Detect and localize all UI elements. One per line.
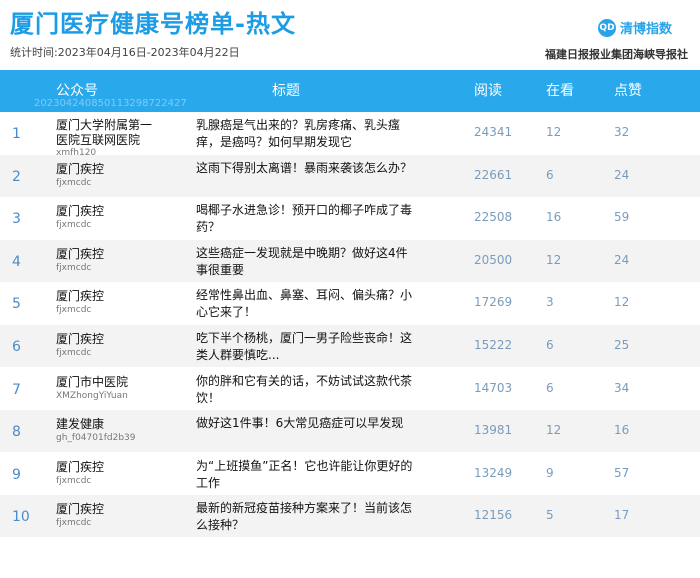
account-id: gh_f04701fd2b39 [56, 433, 136, 444]
like-count: 25 [614, 338, 630, 352]
article-title[interactable]: 你的胖和它有关的话，不妨试试这款代茶饮！ [196, 373, 418, 407]
account-name: 厦门疾控 [56, 289, 105, 304]
column-header-reads: 阅读 [474, 83, 502, 99]
table-row[interactable]: 3 厦门疾控 fjxmcdc 喝椰子水进急诊！预开口的椰子咋成了毒药？ 22508 16 5… [0, 197, 700, 239]
table-header: 公众号 标题 阅读 在看 点赞 20230424085011329872242​… [0, 70, 700, 112]
rank-number: 7 [12, 381, 21, 398]
account-name: 厦门市中医院 [56, 374, 129, 389]
look-count: 12 [546, 125, 562, 139]
read-count: 22508 [474, 210, 513, 225]
look-count: 12 [546, 423, 562, 438]
account-name: 建发健康 [56, 417, 105, 432]
account-id: fjxmcdc [56, 262, 92, 273]
brand-name: 清博指数 [619, 22, 672, 37]
account-name: 厦门大学附属第一医院互联网医院 [56, 118, 153, 147]
article-title[interactable]: 经常性鼻出血、鼻塞、耳闷、偏头痛？小心它来了！ [196, 287, 418, 321]
table-row[interactable]: 2 厦门疾控 fjxmcdc 这雨下得别太离谱！暴雨来袭该怎么办？ 22661 6 24 [0, 154, 700, 197]
rank-number: 1 [12, 126, 21, 142]
read-count: 24341 [474, 125, 513, 139]
like-count: 12 [614, 295, 630, 310]
look-count: 9 [546, 465, 554, 480]
account-id: fjxmcdc [56, 220, 92, 231]
article-title[interactable]: 乳腺癌是气出来的？乳房疼痛、乳头瘙痒，是癌吗？如何早期发现它 [196, 117, 418, 151]
column-header-account: 公众号 [56, 83, 98, 99]
read-count: 13249 [474, 465, 513, 480]
header-code: 20230424085011329872242​7 [34, 98, 187, 109]
account-name: 厦门疾控 [56, 204, 105, 219]
read-count: 20500 [474, 252, 513, 267]
read-count: 22661 [474, 167, 513, 182]
brand-icon: QD [597, 18, 616, 37]
page-title: 厦门医疗健康号榜单-热文 [10, 10, 296, 38]
read-count: 12156 [474, 508, 513, 523]
look-count: 16 [546, 210, 562, 225]
source-label: 福建日报报业集团海峡导报社 [545, 48, 688, 61]
read-count: 15222 [474, 338, 513, 352]
account-id: fjxmcdc [56, 177, 92, 188]
column-header-looks: 在看 [546, 83, 574, 99]
article-title[interactable]: 吃下半个杨桃，厦门一男子险些丧命！这类人群要慎吃... [196, 330, 418, 364]
account-id: fjxmcdc [56, 305, 92, 316]
look-count: 5 [546, 508, 554, 523]
rank-number: 5 [12, 296, 21, 313]
read-count: 17269 [474, 295, 513, 310]
article-title[interactable]: 喝椰子水进急诊！预开口的椰子咋成了毒药？ [196, 202, 418, 236]
article-title[interactable]: 做好这1件事！6大常见癌症可以早发现 [196, 415, 418, 432]
account-name: 厦门疾控 [56, 246, 105, 261]
account-id: fjxmcdc [56, 348, 92, 358]
article-title[interactable]: 最新的新冠疫苗接种方案来了！当前该怎么接种？ [196, 500, 418, 534]
account-name: 厦门疾控 [56, 459, 105, 474]
read-count: 13981 [474, 423, 513, 438]
rank-number: 10 [12, 509, 30, 526]
account-name: 厦门疾控 [56, 332, 105, 346]
rank-number: 4 [12, 253, 21, 270]
like-count: 59 [614, 210, 630, 225]
account-id: fjxmcdc [56, 475, 92, 486]
look-count: 6 [546, 338, 554, 352]
article-title[interactable]: 这雨下得别太离谱！暴雨来袭该怎么办？ [196, 160, 418, 177]
read-count: 14703 [474, 380, 513, 395]
look-count: 6 [546, 167, 554, 182]
ranking-table: 公众号 标题 阅读 在看 点赞 20230424085011329872242​… [0, 70, 700, 578]
table-row[interactable]: 9 厦门疾控 fjxmcdc 为“上班摸鱼”正名！它也许能让你更好的工作 13249 9 5… [0, 453, 700, 495]
account-id: fjxmcdc [56, 518, 92, 529]
rank-number: 9 [12, 466, 21, 483]
look-count: 3 [546, 295, 554, 310]
rank-number: 8 [12, 424, 21, 441]
look-count: 12 [546, 252, 562, 267]
like-count: 34 [614, 380, 630, 395]
table-row[interactable]: 1 厦门大学附属第一医院互联网医院 xmfh120 乳腺癌是气出来的？乳房疼痛、乳头瘙… [0, 112, 700, 158]
table-row[interactable]: 7 厦门市中医院 XMZhongYiYuan 你的胖和它有关的话，不妨试试这款代茶饮！… [0, 368, 700, 410]
like-count: 17 [614, 508, 630, 523]
rank-number: 2 [12, 168, 21, 185]
like-count: 57 [614, 465, 630, 480]
account-name: 厦门疾控 [56, 502, 105, 517]
table-row[interactable]: 5 厦门疾控 fjxmcdc 经常性鼻出血、鼻塞、耳闷、偏头痛？小心它来了！ 17269… [0, 282, 700, 324]
like-count: 16 [614, 423, 630, 438]
account-id: XMZhongYiYuan [56, 390, 128, 401]
look-count: 6 [546, 380, 554, 395]
account-name: 厦门疾控 [56, 161, 105, 176]
like-count: 24 [614, 252, 630, 267]
table-row[interactable]: 10 厦门疾控 fjxmcdc 最新的新冠疫苗接种方案来了！当前该怎么接种？ 12156… [0, 495, 700, 538]
article-title[interactable]: 这些癌症一发现就是中晚期？做好这4件事很重要 [196, 245, 418, 279]
rank-number: 3 [12, 211, 21, 228]
brand-logo: QD 清博指数 [597, 18, 672, 37]
table-row[interactable]: 8 建发健康 gh_f04701fd2b39 做好这1件事！6大常见癌症可以早发现 13… [0, 410, 700, 453]
table-row[interactable]: 6 厦门疾控 fjxmcdc 吃下半个杨桃，厦门一男子险些丧命！这类人群要慎吃... 1… [0, 325, 700, 367]
like-count: 24 [614, 167, 630, 182]
stat-period: 统计时间:2023年04月16日-2023年04月22日 [10, 46, 240, 59]
column-header-likes: 点赞 [614, 83, 642, 99]
article-title[interactable]: 为“上班摸鱼”正名！它也许能让你更好的工作 [196, 458, 418, 492]
rank-number: 6 [12, 339, 21, 355]
column-header-title: 标题 [272, 83, 300, 99]
table-row[interactable]: 4 厦门疾控 fjxmcdc 这些癌症一发现就是中晚期？做好这4件事很重要 20500 1… [0, 239, 700, 282]
like-count: 32 [614, 125, 630, 139]
